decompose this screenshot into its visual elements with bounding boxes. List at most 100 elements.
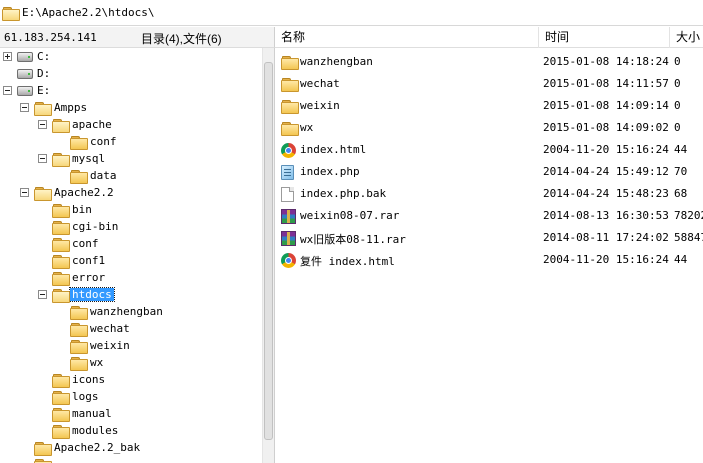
tree-item-wanzhengban[interactable]: wanzhengban — [56, 303, 163, 320]
folder-icon — [34, 101, 52, 116]
file-size: 44 — [674, 253, 688, 266]
file-row[interactable]: wx旧版本08-11.rar 2014-08-11 17:24:02 58847 — [275, 227, 703, 249]
tree-item-apache22[interactable]: Apache2.2 — [20, 184, 114, 201]
tree-item-modules[interactable]: modules — [38, 422, 118, 439]
file-name: weixin08-07.rar — [300, 209, 400, 222]
item-counts: 目录(4),文件(6) — [141, 32, 222, 46]
chrome-icon — [281, 143, 296, 158]
folder-icon — [70, 169, 88, 184]
tree-item-icons[interactable]: icons — [38, 371, 105, 388]
file-time: 2004-11-20 15:16:24 — [543, 143, 669, 156]
file-time: 2014-08-11 17:24:02 — [543, 231, 669, 244]
tree-item-conf1[interactable]: conf1 — [38, 252, 105, 269]
tree-item-label: icons — [72, 373, 106, 386]
folder-icon — [2, 6, 20, 21]
file-row[interactable]: wechat 2015-01-08 14:11:57 0 — [275, 73, 703, 95]
tree-scrollbar-thumb[interactable] — [264, 62, 273, 440]
file-name: index.php.bak — [300, 187, 387, 200]
file-time: 2014-08-13 16:30:53 — [543, 209, 669, 222]
rar-archive-icon — [281, 231, 296, 246]
tree-item-c-drive[interactable]: C: — [3, 48, 50, 65]
file-row[interactable]: weixin 2015-01-08 14:09:14 0 — [275, 95, 703, 117]
drive-icon — [17, 85, 33, 96]
file-row[interactable]: index.html 2004-11-20 15:16:24 44 — [275, 139, 703, 161]
folder-icon — [52, 254, 70, 269]
collapse-toggle[interactable] — [20, 188, 29, 197]
tree-item-logs[interactable]: logs — [38, 388, 99, 405]
file-time: 2014-04-24 15:48:23 — [543, 187, 669, 200]
blank-file-icon — [281, 187, 294, 202]
expand-toggle — [38, 239, 47, 248]
tree-item-e-drive[interactable]: E: — [3, 82, 50, 99]
expand-toggle — [38, 426, 47, 435]
expand-toggle — [38, 409, 47, 418]
tree-item-error[interactable]: error — [38, 269, 105, 286]
expand-toggle[interactable] — [3, 52, 12, 61]
tree-item-partial[interactable] — [20, 456, 52, 463]
folder-icon — [52, 373, 70, 388]
current-path[interactable]: E:\Apache2.2\htdocs\ — [22, 6, 154, 19]
expand-toggle — [38, 392, 47, 401]
tree-scrollbar[interactable] — [262, 48, 275, 463]
tree-item-manual[interactable]: manual — [38, 405, 112, 422]
column-header-name[interactable]: 名称 — [275, 27, 539, 48]
tree-item-d-drive[interactable]: D: — [3, 65, 50, 82]
folder-icon — [52, 271, 70, 286]
tree-info-bar: 61.183.254.141 目录(4),文件(6) — [0, 27, 275, 48]
tree-item-cgi-bin[interactable]: cgi-bin — [38, 218, 118, 235]
file-row[interactable]: wx 2015-01-08 14:09:02 0 — [275, 117, 703, 139]
tree-item-conf[interactable]: conf — [38, 235, 99, 252]
collapse-toggle[interactable] — [38, 154, 47, 163]
tree-item-apache-conf[interactable]: conf — [56, 133, 117, 150]
folder-icon — [34, 186, 52, 201]
file-time: 2015-01-08 14:18:24 — [543, 55, 669, 68]
file-name: index.php — [300, 165, 360, 178]
file-row[interactable]: 复件 index.html 2004-11-20 15:16:24 44 — [275, 249, 703, 271]
expand-toggle — [38, 205, 47, 214]
file-row[interactable]: wanzhengban 2015-01-08 14:18:24 0 — [275, 51, 703, 73]
tree-item-label: modules — [72, 424, 119, 437]
file-row[interactable]: index.php 2014-04-24 15:49:12 70 — [275, 161, 703, 183]
expand-toggle — [56, 358, 65, 367]
file-row[interactable]: weixin08-07.rar 2014-08-13 16:30:53 7820… — [275, 205, 703, 227]
tree-item-mysql[interactable]: mysql — [38, 150, 105, 167]
file-size: 0 — [674, 99, 681, 112]
expand-toggle — [56, 171, 65, 180]
expand-toggle — [38, 375, 47, 384]
tree-item-bin[interactable]: bin — [38, 201, 92, 218]
expand-toggle — [38, 256, 47, 265]
expand-toggle — [38, 222, 47, 231]
tree-item-htdocs[interactable]: htdocs — [38, 286, 115, 303]
tree-item-label: cgi-bin — [72, 220, 119, 233]
column-header-size[interactable]: 大小 — [670, 27, 703, 48]
column-header-time[interactable]: 时间 — [539, 27, 670, 48]
tree-item-label: Ampps — [54, 101, 88, 114]
tree-item-label: E: — [37, 84, 51, 97]
folder-icon — [52, 407, 70, 422]
expand-toggle — [3, 69, 12, 78]
file-list: wanzhengban 2015-01-08 14:18:24 0 wechat… — [275, 48, 703, 463]
tree-item-label: logs — [72, 390, 99, 403]
tree-item-wx[interactable]: wx — [56, 354, 103, 371]
expand-toggle — [56, 324, 65, 333]
collapse-toggle[interactable] — [38, 290, 47, 299]
tree-item-apache[interactable]: apache — [38, 116, 112, 133]
collapse-toggle[interactable] — [3, 86, 12, 95]
tree-item-ampps[interactable]: Ampps — [20, 99, 87, 116]
rar-archive-icon — [281, 209, 296, 224]
collapse-toggle[interactable] — [20, 103, 29, 112]
tree-item-label: apache — [72, 118, 112, 131]
file-row[interactable]: index.php.bak 2014-04-24 15:48:23 68 — [275, 183, 703, 205]
folder-icon — [70, 135, 88, 150]
tree-item-apache22-bak[interactable]: Apache2.2_bak — [20, 439, 140, 456]
tree-item-weixin[interactable]: weixin — [56, 337, 130, 354]
folder-icon — [52, 288, 70, 303]
tree-item-wechat[interactable]: wechat — [56, 320, 130, 337]
tree-item-mysql-data[interactable]: data — [56, 167, 117, 184]
file-time: 2014-04-24 15:49:12 — [543, 165, 669, 178]
folder-icon — [52, 424, 70, 439]
expand-toggle — [38, 273, 47, 282]
tree-item-label: C: — [37, 50, 51, 63]
tree-item-label: Apache2.2_bak — [54, 441, 141, 454]
collapse-toggle[interactable] — [38, 120, 47, 129]
